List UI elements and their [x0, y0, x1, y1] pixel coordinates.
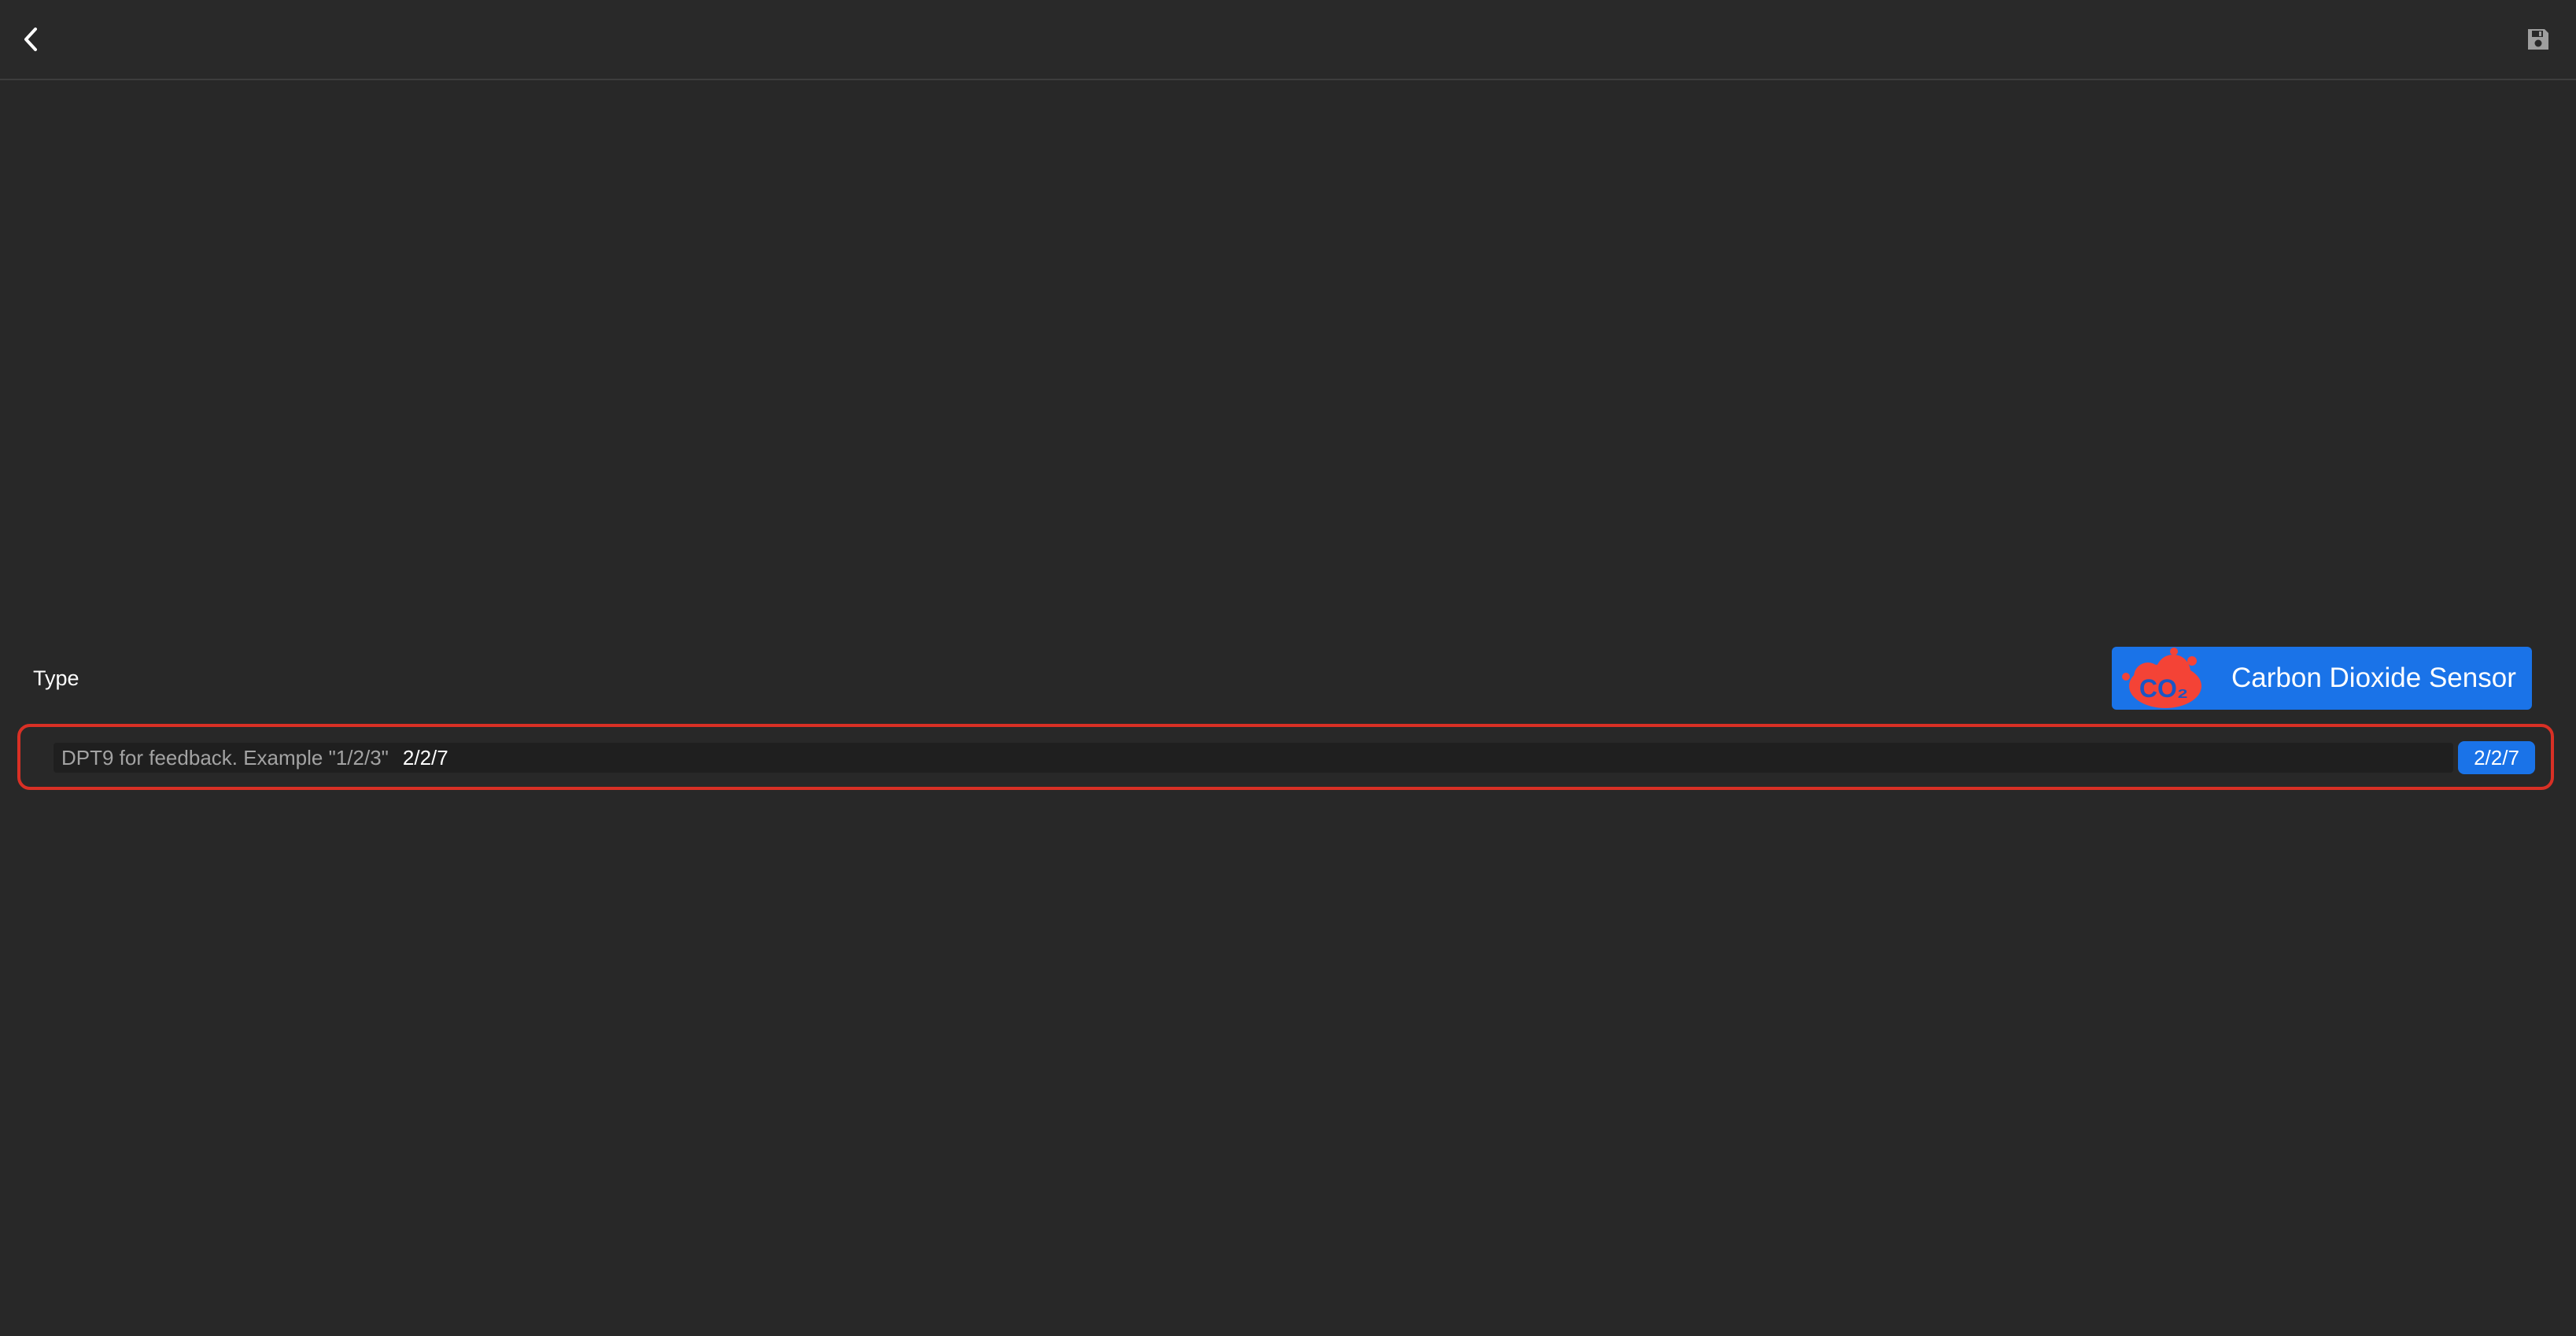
feedback-address-placeholder: DPT9 for feedback. Example "1/2/3" [61, 745, 389, 769]
co2-cloud-icon: CO₂ [2122, 648, 2201, 708]
type-value-label: Carbon Dioxide Sensor [2231, 662, 2516, 693]
co2-icon-text: CO₂ [2139, 674, 2188, 703]
floppy-disk-icon [2528, 29, 2548, 50]
feedback-address-badge[interactable]: 2/2/7 [2458, 741, 2535, 774]
back-button[interactable] [14, 17, 47, 61]
top-bar [0, 0, 2576, 80]
type-label: Type [33, 666, 79, 690]
feedback-address-value: 2/2/7 [402, 745, 448, 769]
save-button[interactable] [2521, 22, 2556, 57]
feedback-address-field: DPT9 for feedback. Example "1/2/3" 2/2/7… [17, 724, 2554, 790]
chevron-left-icon [24, 28, 37, 51]
type-selector-button[interactable]: CO₂ Carbon Dioxide Sensor [2112, 647, 2532, 710]
type-row: Type CO₂ Carbon Dioxide Sensor [0, 645, 2576, 711]
feedback-address-input[interactable]: DPT9 for feedback. Example "1/2/3" 2/2/7 [54, 743, 2453, 773]
app-window: Type CO₂ Carbon Dioxide Sensor DPT9 for … [0, 0, 2576, 1336]
